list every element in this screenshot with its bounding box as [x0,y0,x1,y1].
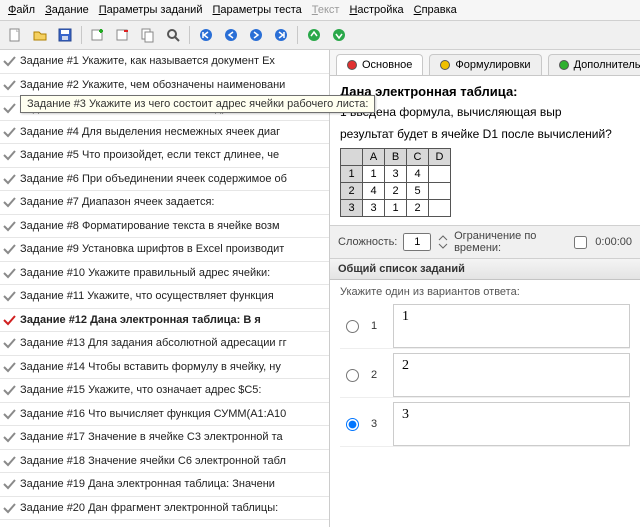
timelimit-value: 0:00:00 [595,236,632,248]
open-icon[interactable] [29,24,51,46]
task-row[interactable]: Задание #9 Установка шрифтов в Excel про… [0,238,329,262]
right-pane: Основное Формулировки Дополнительно Дана э… [330,50,640,527]
task-row[interactable]: Задание #20 Дан фрагмент электронной таб… [0,497,329,521]
options-bar: Сложность: Ограничение по времени: 0:00:… [330,225,640,259]
task-list[interactable]: Задание #1 Укажите, как называется докум… [0,50,330,527]
preview-icon[interactable] [162,24,184,46]
tabs: Основное Формулировки Дополнительно [330,50,640,76]
task-row[interactable]: Задание #15 Укажите, что означает адрес … [0,379,329,403]
tab-red[interactable]: Основное [336,54,423,75]
answer-number: 1 [371,320,381,332]
section-header: Общий список заданий [330,259,640,280]
toolbar [0,21,640,50]
menu-item[interactable]: Задание [45,4,89,16]
tab-yellow[interactable]: Формулировки [429,54,541,75]
delete-task-icon[interactable] [112,24,134,46]
copy-task-icon[interactable] [137,24,159,46]
question-text-2: результат будет в ячейке D1 после вычисл… [340,127,630,143]
task-row[interactable]: Задание #19 Дана электронная таблица: Зн… [0,473,329,497]
menu-item: Текст [312,4,340,16]
menu-item[interactable]: Параметры заданий [99,4,203,16]
dot-icon [559,60,569,70]
add-task-icon[interactable] [87,24,109,46]
task-tooltip: Задание #3 Укажите из чего состоит адрес… [20,95,375,113]
timelimit-checkbox[interactable] [574,236,587,249]
task-row[interactable]: Задание #6 При объединении ячеек содержи… [0,168,329,192]
task-row[interactable]: Задание #1 Укажите, как называется докум… [0,50,329,74]
answer-box[interactable]: 3 [393,402,630,446]
nav-prev-icon[interactable] [220,24,242,46]
menu-item[interactable]: Справка [414,4,457,16]
menubar: Файл Задание Параметры заданий Параметры те… [0,0,640,21]
question-body: Дана электронная таблица: 1 введена форм… [330,76,640,225]
new-icon[interactable] [4,24,26,46]
task-row[interactable]: Задание #2 Укажите, чем обозначены наиме… [0,74,329,98]
answer-row: 11 [340,304,630,349]
answer-radio[interactable] [346,369,359,382]
task-row[interactable]: Задание #17 Значение в ячейке C3 электро… [0,426,329,450]
task-row[interactable]: Задание #14 Чтобы вставить формулу в яче… [0,356,329,380]
move-down-icon[interactable] [328,24,350,46]
difficulty-label: Сложность: [338,236,397,248]
question-title: Дана электронная таблица: [340,84,630,99]
save-icon[interactable] [54,24,76,46]
menu-item[interactable]: Файл [8,4,35,16]
answer-radio[interactable] [346,418,359,431]
menu-item[interactable]: Настройка [349,4,403,16]
difficulty-input[interactable] [403,233,431,251]
spreadsheet-preview: ABCD113424253312 [340,148,451,217]
answer-box[interactable]: 2 [393,353,630,397]
dot-icon [347,60,357,70]
task-row[interactable]: Задание #5 Что произойдет, если текст дл… [0,144,329,168]
answers-hint: Укажите один из вариантов ответа: [340,286,630,298]
task-row[interactable]: Задание #16 Что вычисляет функция СУММ(A… [0,403,329,427]
task-row[interactable]: Задание #13 Для задания абсолютной адрес… [0,332,329,356]
answer-radio[interactable] [346,320,359,333]
task-row[interactable]: Задание #10 Укажите правильный адрес яче… [0,262,329,286]
nav-next-icon[interactable] [245,24,267,46]
task-row[interactable]: Задание #11 Укажите, что осуществляет фу… [0,285,329,309]
answer-number: 3 [371,418,381,430]
question-text-1: 1 введена формула, вычисляющая выр [340,105,630,121]
answers-panel: Укажите один из вариантов ответа: 112233 [330,280,640,457]
tab-green[interactable]: Дополнительно [548,54,640,75]
menu-item[interactable]: Параметры теста [212,4,301,16]
task-row[interactable]: Задание #18 Значение ячейки C6 электронн… [0,450,329,474]
move-up-icon[interactable] [303,24,325,46]
task-row[interactable]: Задание #7 Диапазон ячеек задается: [0,191,329,215]
task-row[interactable]: Задание #12 Дана электронная таблица: В … [0,309,329,333]
dot-icon [440,60,450,70]
answer-row: 33 [340,402,630,447]
nav-last-icon[interactable] [270,24,292,46]
nav-first-icon[interactable] [195,24,217,46]
task-row[interactable]: Задание #8 Форматирование текста в ячейк… [0,215,329,239]
answer-row: 22 [340,353,630,398]
answer-box[interactable]: 1 [393,304,630,348]
answer-number: 2 [371,369,381,381]
spinner-icon[interactable] [437,234,448,250]
task-row[interactable]: Задание #4 Для выделения несмежных ячеек… [0,121,329,145]
timelimit-label: Ограничение по времени: [454,230,565,254]
